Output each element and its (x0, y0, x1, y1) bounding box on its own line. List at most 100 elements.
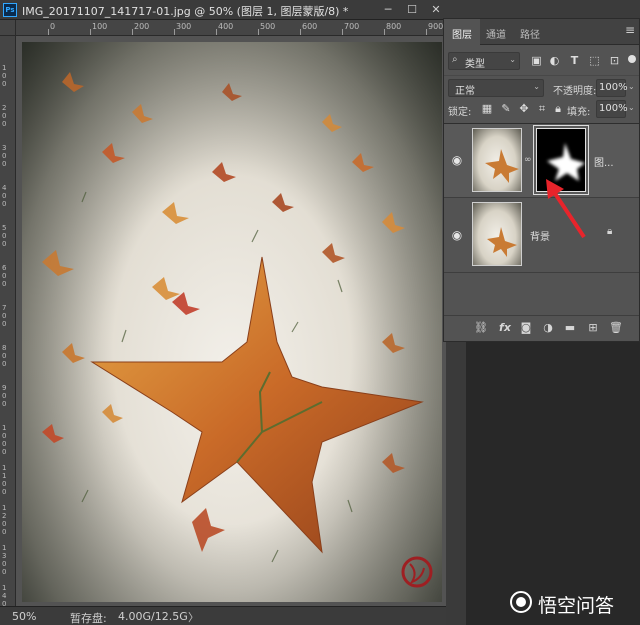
opacity-label: 不透明度: (553, 86, 597, 97)
lock-transparent-icon[interactable]: ▦ (480, 102, 494, 116)
tab-channels[interactable]: 通道 (486, 26, 506, 41)
layer-filter-select[interactable]: ⌕ 类型 ⌄ (448, 52, 520, 70)
layer-name[interactable]: 图... (594, 154, 614, 169)
layer-row-layer-1[interactable]: ◉ ∞ 图... (444, 124, 639, 198)
ruler-tick (90, 29, 91, 35)
fill-label: 填充: (567, 107, 591, 118)
ruler-origin[interactable] (0, 20, 16, 36)
layer-name[interactable]: 背景 (530, 228, 550, 243)
smart-object-filter-icon[interactable]: ⊡ (608, 54, 621, 67)
search-icon: ⌕ (452, 54, 458, 65)
panel-dock-strip (446, 342, 466, 625)
main-maple-leaf (90, 256, 424, 554)
layer-list: ◉ ∞ 图... ◉ 背景 🔒︎ (444, 123, 639, 313)
link-icon[interactable]: ∞ (524, 155, 532, 165)
canvas-area[interactable] (16, 36, 446, 606)
chevron-down-icon: ⌄ (533, 82, 540, 91)
lock-artboard-icon[interactable]: ⌗ (535, 102, 549, 116)
ruler-tick-label: 100 (92, 22, 108, 31)
ruler-tick-label: 4 0 0 (2, 184, 7, 208)
maximize-button[interactable]: ☐ (404, 2, 420, 18)
wukong-logo-icon (510, 591, 532, 613)
ruler-tick-label: 500 (260, 22, 276, 31)
ruler-tick-label: 1 0 0 0 (2, 424, 7, 456)
chevron-down-icon[interactable]: ⌄ (628, 103, 635, 112)
fx-icon[interactable]: fx (498, 321, 512, 335)
vertical-ruler[interactable]: 1 0 0 2 0 0 3 0 0 4 0 0 5 0 0 6 0 0 7 0 0 8 0 0… (0, 36, 16, 606)
signature-seal (401, 556, 433, 588)
opacity-field[interactable]: 100% (596, 79, 628, 97)
blend-mode-select[interactable]: 正常 ⌄ (448, 79, 544, 97)
adjustment-filter-icon[interactable]: ◐ (548, 54, 561, 67)
trash-icon[interactable]: 🗑︎ (609, 321, 623, 335)
eye-icon[interactable]: ◉ (450, 153, 464, 167)
adjustment-layer-icon[interactable]: ◑ (541, 321, 555, 335)
image-filter-icon[interactable]: ▣ (530, 54, 543, 67)
layer-thumbnail[interactable] (472, 202, 522, 266)
chevron-down-icon[interactable]: ⌄ (628, 82, 635, 91)
watermark-text: 悟空问答 (538, 595, 615, 617)
scratch-disk-value: 4.00G/12.5G (118, 610, 188, 623)
group-folder-icon[interactable]: ▬ (563, 321, 577, 335)
ruler-tick (174, 29, 175, 35)
fill-field[interactable]: 100% (596, 100, 628, 118)
maple-leaf-snow-photo[interactable] (22, 42, 442, 602)
ruler-tick (216, 29, 217, 35)
blend-mode-value: 正常 (455, 86, 475, 97)
layer-filter-row: ⌕ 类型 ⌄ ▣ ◐ T ⬚ ⊡ (444, 50, 639, 72)
ruler-tick-label: 0 (50, 22, 56, 31)
ruler-tick-label: 800 (386, 22, 402, 31)
ruler-tick (384, 29, 385, 35)
ruler-tick-label: 400 (218, 22, 234, 31)
photo-artwork (42, 72, 433, 588)
tab-paths[interactable]: 路径 (520, 26, 540, 41)
close-button[interactable]: ✕ (428, 2, 444, 18)
ruler-tick-label: 8 0 0 (2, 344, 7, 368)
ruler-tick-label: 600 (302, 22, 318, 31)
scratch-disk-label: 暂存盘: (70, 612, 107, 625)
shape-filter-icon[interactable]: ⬚ (588, 54, 601, 67)
blend-row: 正常 ⌄ 不透明度: 100% ⌄ (444, 75, 639, 97)
layer-mask-thumbnail[interactable] (536, 128, 586, 192)
add-mask-icon[interactable]: ◙ (519, 321, 533, 335)
status-bar: 50% 暂存盘: 4.00G/12.5G 〉 (0, 606, 446, 625)
horizontal-ruler[interactable]: 01002003004005006007008009001000 (16, 20, 446, 36)
lock-icon[interactable]: 🔒︎ (607, 226, 612, 237)
zoom-level[interactable]: 50% (12, 610, 36, 623)
ruler-tick-label: 200 (134, 22, 150, 31)
eye-icon[interactable]: ◉ (450, 228, 464, 242)
ruler-tick-label: 5 0 0 (2, 224, 7, 248)
ruler-tick-label: 9 0 0 (2, 384, 7, 408)
ruler-tick-label: 6 0 0 (2, 264, 7, 288)
status-menu-arrow[interactable]: 〉 (188, 609, 199, 625)
minimize-button[interactable]: ─ (380, 2, 396, 18)
lock-move-icon[interactable]: ✥ (517, 102, 531, 116)
ruler-tick (342, 29, 343, 35)
chevron-down-icon: ⌄ (509, 55, 516, 64)
ruler-tick-label: 2 0 0 (2, 104, 7, 128)
new-layer-icon[interactable]: ⊞ (586, 321, 600, 335)
link-layers-icon[interactable]: ⛓ (474, 321, 488, 335)
ruler-tick-label: 900 (428, 22, 444, 31)
panel-footer: ⛓ fx ◙ ◑ ▬ ⊞ 🗑︎ (444, 315, 639, 341)
panel-menu-icon[interactable]: ≡ (625, 23, 635, 37)
ruler-tick-label: 1 2 0 0 (2, 504, 7, 536)
tab-layers[interactable]: 图层 (452, 26, 472, 41)
lock-row: 锁定: ▦ ✎ ✥ ⌗ 🔒︎ 填充: 100% ⌄ (444, 99, 639, 121)
type-filter-icon[interactable]: T (568, 54, 581, 67)
ruler-tick (258, 29, 259, 35)
document-title: IMG_20171107_141717-01.jpg @ 50% (图层 1, … (22, 5, 349, 18)
photoshop-logo-icon: Ps (3, 3, 17, 17)
lock-all-icon[interactable]: 🔒︎ (551, 102, 565, 116)
ruler-tick-label: 1 1 0 0 (2, 464, 7, 496)
ruler-tick-label: 700 (344, 22, 360, 31)
layer-thumbnail[interactable] (472, 128, 522, 192)
scattered-leaves (42, 72, 405, 552)
lock-brush-icon[interactable]: ✎ (499, 102, 513, 116)
ruler-tick-label: 1 0 0 (2, 64, 7, 88)
layer-row-background[interactable]: ◉ 背景 🔒︎ (444, 199, 639, 273)
ruler-tick (48, 29, 49, 35)
document-titlebar: Ps IMG_20171107_141717-01.jpg @ 50% (图层 … (0, 0, 640, 20)
filter-toggle[interactable] (628, 55, 636, 63)
ruler-tick-label: 1 4 0 0 (2, 584, 7, 606)
